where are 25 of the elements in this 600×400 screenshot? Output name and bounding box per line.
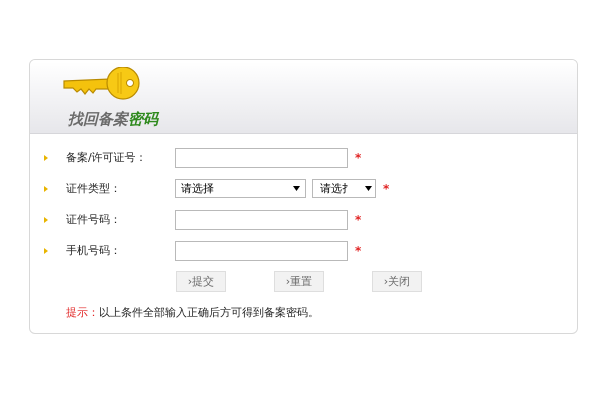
- form-button[interactable]: ›重置: [274, 271, 324, 292]
- select-dropdown[interactable]: 请选扌: [312, 179, 376, 198]
- page-title-accent: 密码: [128, 110, 158, 128]
- form-button[interactable]: ›提交: [176, 271, 226, 292]
- required-mark: *: [355, 244, 362, 258]
- page-title: 找回备案: [68, 110, 128, 128]
- input-field[interactable]: [175, 210, 348, 230]
- required-mark: *: [355, 212, 362, 226]
- form-button[interactable]: ›关闭: [372, 271, 422, 292]
- select-dropdown[interactable]: 请选择: [175, 179, 306, 198]
- required-mark: *: [355, 150, 362, 164]
- field-label: 证件号码：: [66, 212, 122, 227]
- input-field[interactable]: [175, 240, 348, 260]
- field-label: 手机号码：: [66, 243, 122, 258]
- field-label: 证件类型：: [66, 181, 122, 196]
- required-mark: *: [383, 182, 390, 196]
- hint-text: 提示：以上条件全部输入正确后方可得到备案密码。: [66, 305, 320, 320]
- bullet-icon: [44, 186, 48, 192]
- input-field[interactable]: [175, 148, 348, 168]
- dropdown-arrow-icon: [365, 186, 372, 191]
- field-label: 备案/许可证号：: [66, 150, 148, 165]
- bullet-icon: [44, 248, 48, 254]
- bullet-icon: [44, 216, 48, 222]
- bullet-icon: [44, 154, 48, 160]
- dropdown-arrow-icon: [293, 186, 300, 191]
